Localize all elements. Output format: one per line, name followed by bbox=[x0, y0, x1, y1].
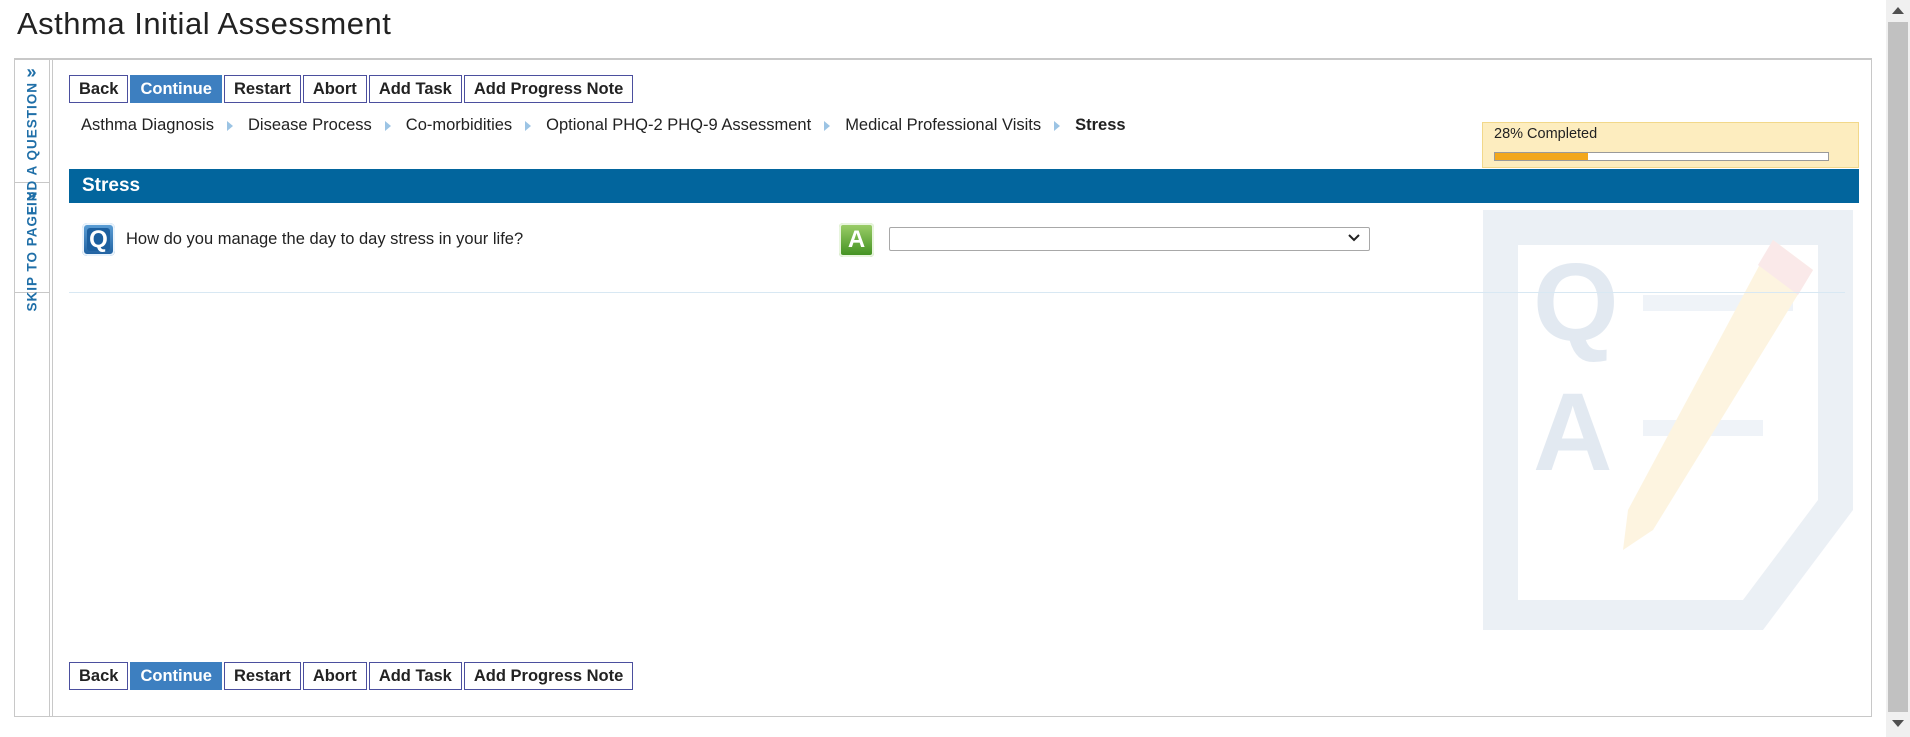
vertical-scrollbar[interactable] bbox=[1886, 0, 1910, 737]
breadcrumb-arrow-icon bbox=[824, 120, 831, 131]
answer-icon: A bbox=[839, 223, 874, 257]
find-a-question-tab[interactable]: » FIND A QUESTION bbox=[14, 60, 49, 215]
question-icon: Q bbox=[82, 223, 115, 256]
back-button[interactable]: Back bbox=[69, 662, 129, 690]
question-divider bbox=[69, 292, 1845, 293]
top-toolbar: Back Continue Restart Abort Add Task Add… bbox=[69, 75, 634, 103]
double-chevron-right-icon: » bbox=[26, 62, 37, 82]
progress-bar bbox=[1494, 152, 1829, 161]
breadcrumb-item-disease-process[interactable]: Disease Process bbox=[248, 116, 372, 135]
svg-text:Q: Q bbox=[1533, 241, 1619, 364]
svg-text:A: A bbox=[1533, 371, 1612, 494]
add-progress-note-button[interactable]: Add Progress Note bbox=[463, 662, 634, 690]
progress-label: 28% Completed bbox=[1494, 126, 1598, 142]
restart-button[interactable]: Restart bbox=[223, 75, 301, 103]
skip-to-page-tab[interactable]: » SKIP TO PAGE bbox=[14, 183, 49, 312]
breadcrumb-item-current: Stress bbox=[1075, 116, 1126, 134]
section-title: Stress bbox=[82, 175, 141, 196]
skip-to-page-label: SKIP TO PAGE bbox=[24, 205, 39, 312]
continue-button[interactable]: Continue bbox=[130, 662, 222, 690]
continue-button[interactable]: Continue bbox=[130, 75, 222, 103]
scrollbar-thumb[interactable] bbox=[1888, 22, 1908, 712]
answer-dropdown[interactable] bbox=[889, 227, 1370, 251]
progress-bar-fill bbox=[1495, 153, 1589, 160]
bottom-toolbar: Back Continue Restart Abort Add Task Add… bbox=[69, 662, 634, 690]
double-chevron-right-icon: » bbox=[26, 185, 37, 205]
breadcrumb-item-asthma-diagnosis[interactable]: Asthma Diagnosis bbox=[81, 116, 214, 135]
breadcrumb-arrow-icon bbox=[384, 120, 391, 131]
progress-panel: 28% Completed bbox=[1482, 122, 1859, 168]
breadcrumb-item-medical-professional-visits[interactable]: Medical Professional Visits bbox=[845, 116, 1041, 135]
breadcrumb-item-co-morbidities[interactable]: Co-morbidities bbox=[406, 116, 512, 135]
chevron-down-icon bbox=[1348, 234, 1360, 242]
scroll-up-arrow-icon[interactable] bbox=[1892, 7, 1904, 14]
breadcrumb: Asthma Diagnosis Disease Process Co-morb… bbox=[81, 116, 1126, 135]
breadcrumb-arrow-icon bbox=[525, 120, 532, 131]
breadcrumb-arrow-icon bbox=[1054, 120, 1061, 131]
assessment-content: Back Continue Restart Abort Add Task Add… bbox=[52, 60, 1872, 717]
qa-watermark-icon: Q A bbox=[1483, 210, 1853, 630]
page-title: Asthma Initial Assessment bbox=[17, 6, 392, 41]
question-text: How do you manage the day to day stress … bbox=[126, 230, 524, 248]
side-tabs: » FIND A QUESTION » SKIP TO PAGE bbox=[14, 60, 50, 717]
abort-button[interactable]: Abort bbox=[302, 662, 367, 690]
breadcrumb-item-phq-assessment[interactable]: Optional PHQ-2 PHQ-9 Assessment bbox=[546, 116, 811, 135]
add-progress-note-button[interactable]: Add Progress Note bbox=[463, 75, 634, 103]
section-header: Stress bbox=[69, 169, 1859, 203]
restart-button[interactable]: Restart bbox=[223, 662, 301, 690]
back-button[interactable]: Back bbox=[69, 75, 129, 103]
breadcrumb-arrow-icon bbox=[226, 120, 233, 131]
abort-button[interactable]: Abort bbox=[302, 75, 367, 103]
add-task-button[interactable]: Add Task bbox=[368, 662, 462, 690]
add-task-button[interactable]: Add Task bbox=[368, 75, 462, 103]
scroll-down-arrow-icon[interactable] bbox=[1892, 720, 1904, 727]
